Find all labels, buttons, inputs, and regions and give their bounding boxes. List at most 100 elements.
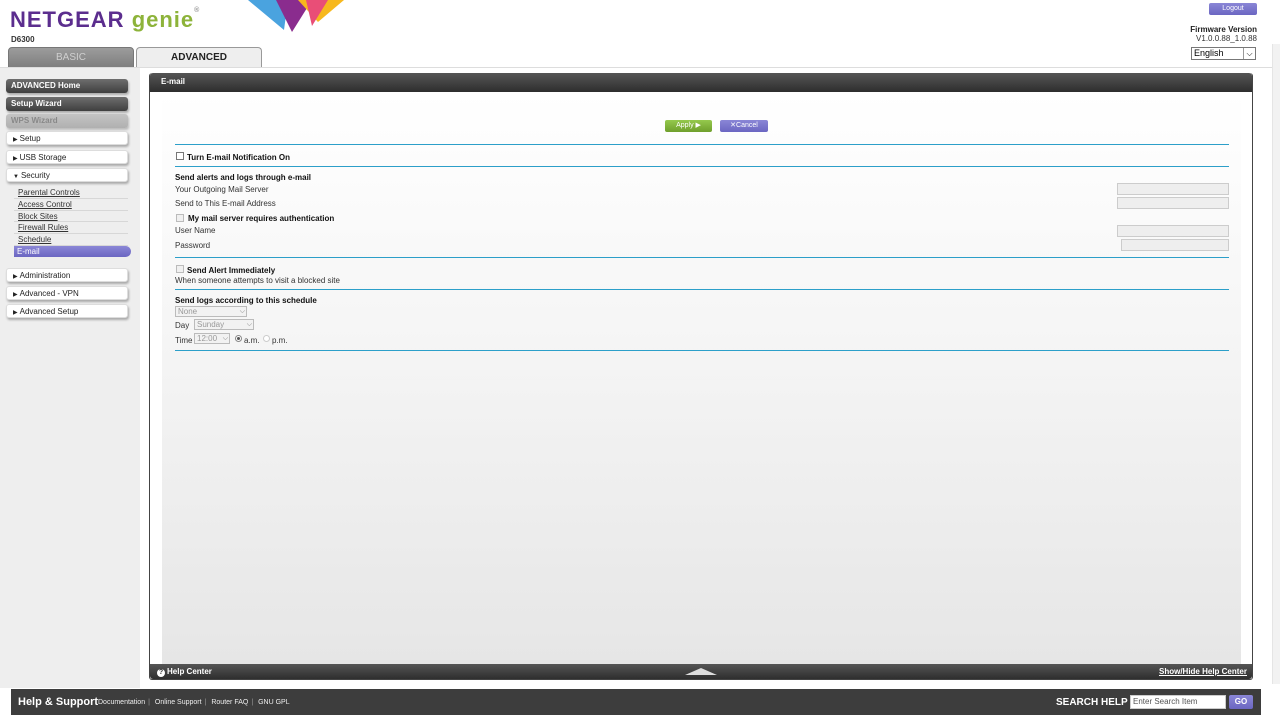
model-number: D6300 <box>11 35 35 44</box>
sidebar-item-label: Advanced Setup <box>19 307 79 316</box>
help-center-link[interactable]: ? Help Center <box>157 667 212 677</box>
day-selected: Sunday <box>197 320 225 329</box>
sidebar-item-security[interactable]: ▼ Security <box>6 168 128 182</box>
triangle-right-icon: ▶ <box>13 292 18 298</box>
pm-radio[interactable] <box>263 335 270 342</box>
footer: Help & Support Documentation | Online Sup… <box>11 689 1261 715</box>
language-select[interactable]: English ⌵ <box>1191 47 1256 60</box>
alert-immediately-label: Send Alert Immediately <box>187 266 276 275</box>
subnav-divider <box>14 221 128 222</box>
logo-trademark: ® <box>194 7 201 14</box>
triangle-down-icon: ▼ <box>13 174 19 180</box>
auth-required-checkbox[interactable] <box>176 214 184 222</box>
tab-advanced[interactable]: ADVANCED <box>136 47 262 68</box>
sidebar-subitem-access-control[interactable]: Access Control <box>18 200 72 209</box>
schedule-selected: None <box>178 307 198 316</box>
email-notification-checkbox[interactable] <box>176 152 184 160</box>
day-label: Day <box>175 321 190 330</box>
show-hide-help-link[interactable]: Show/Hide Help Center <box>1159 667 1247 676</box>
time-select[interactable]: 12:00 ⌵ <box>194 333 230 344</box>
am-radio[interactable] <box>235 335 242 342</box>
sidebar-subitem-firewall-rules[interactable]: Firewall Rules <box>18 223 68 232</box>
sidebar-item-usb-storage[interactable]: ▶ USB Storage <box>6 150 128 164</box>
subnav-divider <box>14 233 128 234</box>
send-to-email-label: Send to This E-mail Address <box>175 199 276 208</box>
footer-links: Documentation | Online Support | Router FA… <box>98 699 290 706</box>
sidebar-subitem-parental-controls[interactable]: Parental Controls <box>18 188 80 197</box>
password-input[interactable] <box>1121 239 1229 251</box>
alert-immediately-checkbox[interactable] <box>176 265 184 273</box>
sidebar-item-advanced-home[interactable]: ADVANCED Home <box>6 79 128 93</box>
panel-title: E-mail <box>150 73 1252 92</box>
search-help-label: SEARCH HELP <box>1056 697 1128 708</box>
triangle-right-icon: ▶ <box>13 310 18 316</box>
username-input[interactable] <box>1117 225 1229 237</box>
chevron-down-icon: ⌵ <box>246 321 252 328</box>
day-select[interactable]: Sunday ⌵ <box>194 319 254 330</box>
time-selected: 12:00 <box>197 334 218 343</box>
chevron-down-icon: ⌵ <box>1243 48 1255 59</box>
tab-basic[interactable]: BASIC <box>8 47 134 68</box>
am-label: a.m. <box>244 336 260 345</box>
triangle-right-icon: ▶ <box>13 156 18 162</box>
chevron-down-icon: ⌵ <box>222 335 228 342</box>
panel-body: Apply ▶ ✕Cancel Turn E-mail Notification… <box>162 92 1241 665</box>
sidebar: ADVANCED Home Setup Wizard WPS Wizard ▶ S… <box>0 68 140 688</box>
pm-label: p.m. <box>272 336 288 345</box>
password-label: Password <box>175 241 211 250</box>
search-go-button[interactable]: GO <box>1229 695 1253 709</box>
sidebar-item-setup-wizard[interactable]: Setup Wizard <box>6 97 128 111</box>
subnav-divider <box>14 198 128 199</box>
section-divider <box>175 144 1229 145</box>
logo-netgear-text: NETGEAR <box>10 7 125 32</box>
footer-link-router-faq[interactable]: Router FAQ <box>211 699 248 706</box>
alert-description: When someone attempts to visit a blocked… <box>175 276 340 285</box>
sidebar-item-administration[interactable]: ▶ Administration <box>6 268 128 282</box>
time-label: Time <box>175 336 193 345</box>
header: NETGEAR genie® D6300 BASIC ADVANCED Logo… <box>0 0 1280 68</box>
firmware-label: Firmware Version <box>1190 25 1257 34</box>
outgoing-server-input[interactable] <box>1117 183 1229 195</box>
footer-link-documentation[interactable]: Documentation <box>98 699 145 706</box>
chevron-down-icon: ⌵ <box>239 308 245 315</box>
sidebar-item-label: Setup <box>19 134 41 143</box>
sidebar-item-label: Security <box>20 171 50 180</box>
sidebar-item-label: Administration <box>19 271 71 280</box>
sidebar-item-advanced-vpn[interactable]: ▶ Advanced - VPN <box>6 286 128 300</box>
sidebar-subitem-schedule[interactable]: Schedule <box>18 235 51 244</box>
expand-up-icon[interactable] <box>685 668 717 675</box>
help-support-title: Help & Support <box>18 696 99 708</box>
sidebar-subitem-email[interactable]: E-mail <box>14 246 131 257</box>
cancel-button[interactable]: ✕Cancel <box>720 120 768 132</box>
page-scrollbar[interactable] <box>1272 44 1280 684</box>
footer-link-gnu-gpl[interactable]: GNU GPL <box>258 699 290 706</box>
sidebar-item-setup[interactable]: ▶ Setup <box>6 131 128 145</box>
netgear-genie-logo: NETGEAR genie® <box>10 7 200 33</box>
sidebar-subitem-block-sites[interactable]: Block Sites <box>18 212 58 221</box>
sidebar-item-wps-wizard[interactable]: WPS Wizard <box>6 114 128 128</box>
help-center-bar: ? Help Center Show/Hide Help Center <box>150 664 1252 679</box>
send-to-email-input[interactable] <box>1117 197 1229 209</box>
apply-button[interactable]: Apply ▶ <box>665 120 712 132</box>
firmware-value: V1.0.0.88_1.0.88 <box>1196 34 1257 43</box>
email-notification-label: Turn E-mail Notification On <box>187 153 290 162</box>
brand-graphic-icon <box>248 0 344 32</box>
sidebar-item-advanced-setup[interactable]: ▶ Advanced Setup <box>6 304 128 318</box>
language-selected: English <box>1194 48 1224 58</box>
cancel-label: Cancel <box>736 122 758 129</box>
footer-link-online-support[interactable]: Online Support <box>155 699 202 706</box>
header-divider <box>0 67 1272 68</box>
logout-button[interactable]: Logout <box>1209 3 1257 15</box>
search-help-input[interactable]: Enter Search Item <box>1130 695 1226 709</box>
email-panel: E-mail Apply ▶ ✕Cancel Turn E-mail Notif… <box>149 73 1253 680</box>
auth-required-label: My mail server requires authentication <box>188 214 335 223</box>
schedule-select[interactable]: None ⌵ <box>175 306 247 317</box>
section-divider <box>175 350 1229 351</box>
username-label: User Name <box>175 226 216 235</box>
subnav-divider <box>14 210 128 211</box>
outgoing-server-label: Your Outgoing Mail Server <box>175 185 269 194</box>
triangle-right-icon: ▶ <box>13 137 18 143</box>
section-divider <box>175 289 1229 290</box>
section-divider <box>175 166 1229 167</box>
section-divider <box>175 257 1229 258</box>
